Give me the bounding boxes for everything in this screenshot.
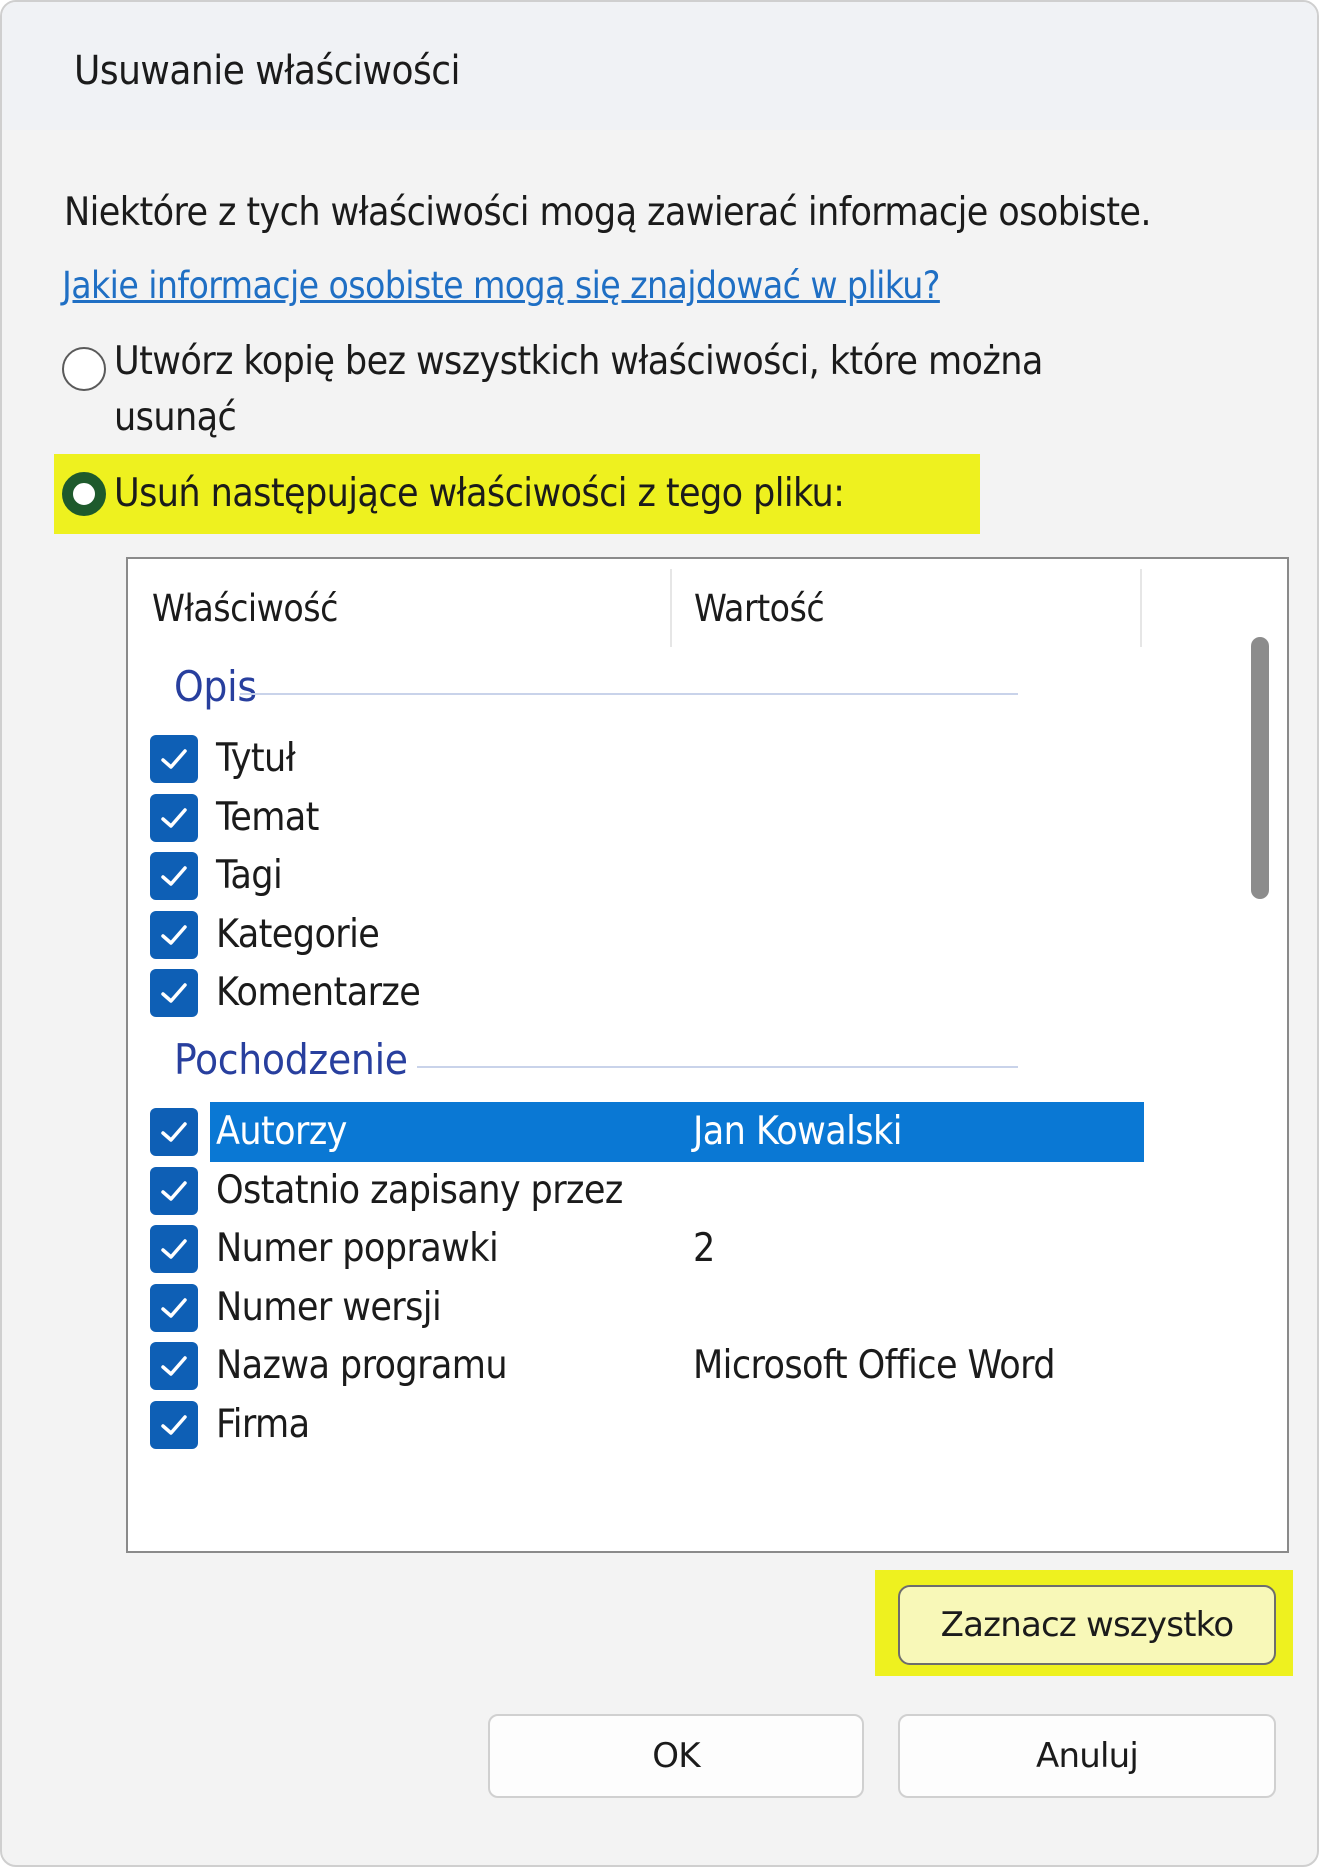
property-row[interactable]: Kategorie [128,905,1144,965]
group-header: Opis [174,662,257,711]
property-name: Firma [216,1401,310,1447]
intro-text: Niektóre z tych właściwości mogą zawiera… [64,190,1151,235]
column-header-value[interactable]: Wartość [694,587,825,630]
select-all-button[interactable]: Zaznacz wszystko [898,1585,1276,1665]
checkmark-icon [161,1356,187,1376]
cancel-button[interactable]: Anuluj [898,1714,1276,1798]
property-name: Tagi [216,853,283,898]
radio-create-copy-label-line2: usunąć [114,395,237,440]
property-row[interactable]: Numer wersji [128,1278,1144,1338]
checkmark-icon [161,924,187,945]
property-checkbox[interactable] [150,1166,198,1215]
checkmark-icon [161,749,187,769]
property-row[interactable]: Autorzy Jan Kowalski [128,1102,1144,1162]
property-name: Kategorie [216,911,380,957]
property-row[interactable]: Tagi [128,846,1144,906]
property-checkbox[interactable] [150,1342,198,1390]
property-row[interactable]: Numer poprawki 2 [128,1219,1144,1279]
property-name: Temat [216,794,319,840]
property-row[interactable]: Temat [128,788,1144,848]
property-checkbox[interactable] [150,910,198,959]
checkmark-icon [161,1122,187,1142]
column-header-property[interactable]: Właściwość [152,587,338,630]
property-row[interactable]: Firma [128,1395,1144,1455]
property-checkbox[interactable] [150,1225,198,1273]
column-separator[interactable] [670,569,672,647]
ok-button[interactable]: OK [488,1714,864,1798]
personal-info-help-link[interactable]: Jakie informacje osobiste mogą się znajd… [62,264,940,307]
property-name: Autorzy [216,1109,347,1154]
properties-list[interactable]: Właściwość Wartość Opis Tytuł Temat Tagi Kat… [126,557,1289,1553]
property-row[interactable]: Tytuł [128,729,1144,789]
dialog-title: Usuwanie właściwości [74,48,461,94]
checkmark-icon [161,1414,187,1435]
property-row[interactable]: Komentarze [128,963,1144,1023]
property-row[interactable]: Ostatnio zapisany przez [128,1161,1144,1221]
title-bar: Usuwanie właściwości [2,2,1317,130]
property-checkbox[interactable] [150,1400,198,1449]
property-value: Jan Kowalski [693,1109,902,1154]
radio-remove-properties-label: Usuń następujące właściwości z tego plik… [114,471,845,516]
radio-remove-properties-circle[interactable] [62,472,106,516]
column-separator[interactable] [1140,569,1142,647]
group-divider [240,693,1018,695]
radio-create-copy-label-line1: Utwórz kopię bez wszystkich właściwości,… [114,339,1043,384]
property-name: Numer poprawki [216,1226,499,1271]
property-checkbox[interactable] [150,1108,198,1156]
checkmark-icon [161,866,187,886]
property-name: Ostatnio zapisany przez [216,1167,623,1213]
radio-create-copy-circle[interactable] [62,347,106,391]
checkmark-icon [161,807,187,828]
group-header: Pochodzenie [174,1035,408,1084]
vertical-scrollbar[interactable] [1227,559,1287,1551]
selection-highlight [210,1102,1144,1162]
scrollbar-thumb[interactable] [1251,637,1269,899]
property-name: Numer wersji [216,1284,442,1330]
group-divider [417,1066,1018,1068]
property-checkbox[interactable] [150,1283,198,1332]
property-row[interactable]: Nazwa programu Microsoft Office Word [128,1336,1144,1396]
property-name: Komentarze [216,970,421,1015]
checkmark-icon [161,1297,187,1318]
property-checkbox[interactable] [150,735,198,783]
checkmark-icon [161,983,187,1003]
remove-properties-dialog: Usuwanie właściwości Niektóre z tych wła… [0,0,1319,1867]
property-name: Nazwa programu [216,1343,508,1388]
property-name: Tytuł [216,736,296,781]
property-value: Microsoft Office Word [693,1343,1056,1388]
property-checkbox[interactable] [150,793,198,842]
property-checkbox[interactable] [150,969,198,1017]
property-value: 2 [693,1226,715,1271]
checkmark-icon [161,1239,187,1259]
checkmark-icon [161,1180,187,1201]
property-checkbox[interactable] [150,852,198,900]
list-header: Właściwość Wartość [128,559,1287,649]
